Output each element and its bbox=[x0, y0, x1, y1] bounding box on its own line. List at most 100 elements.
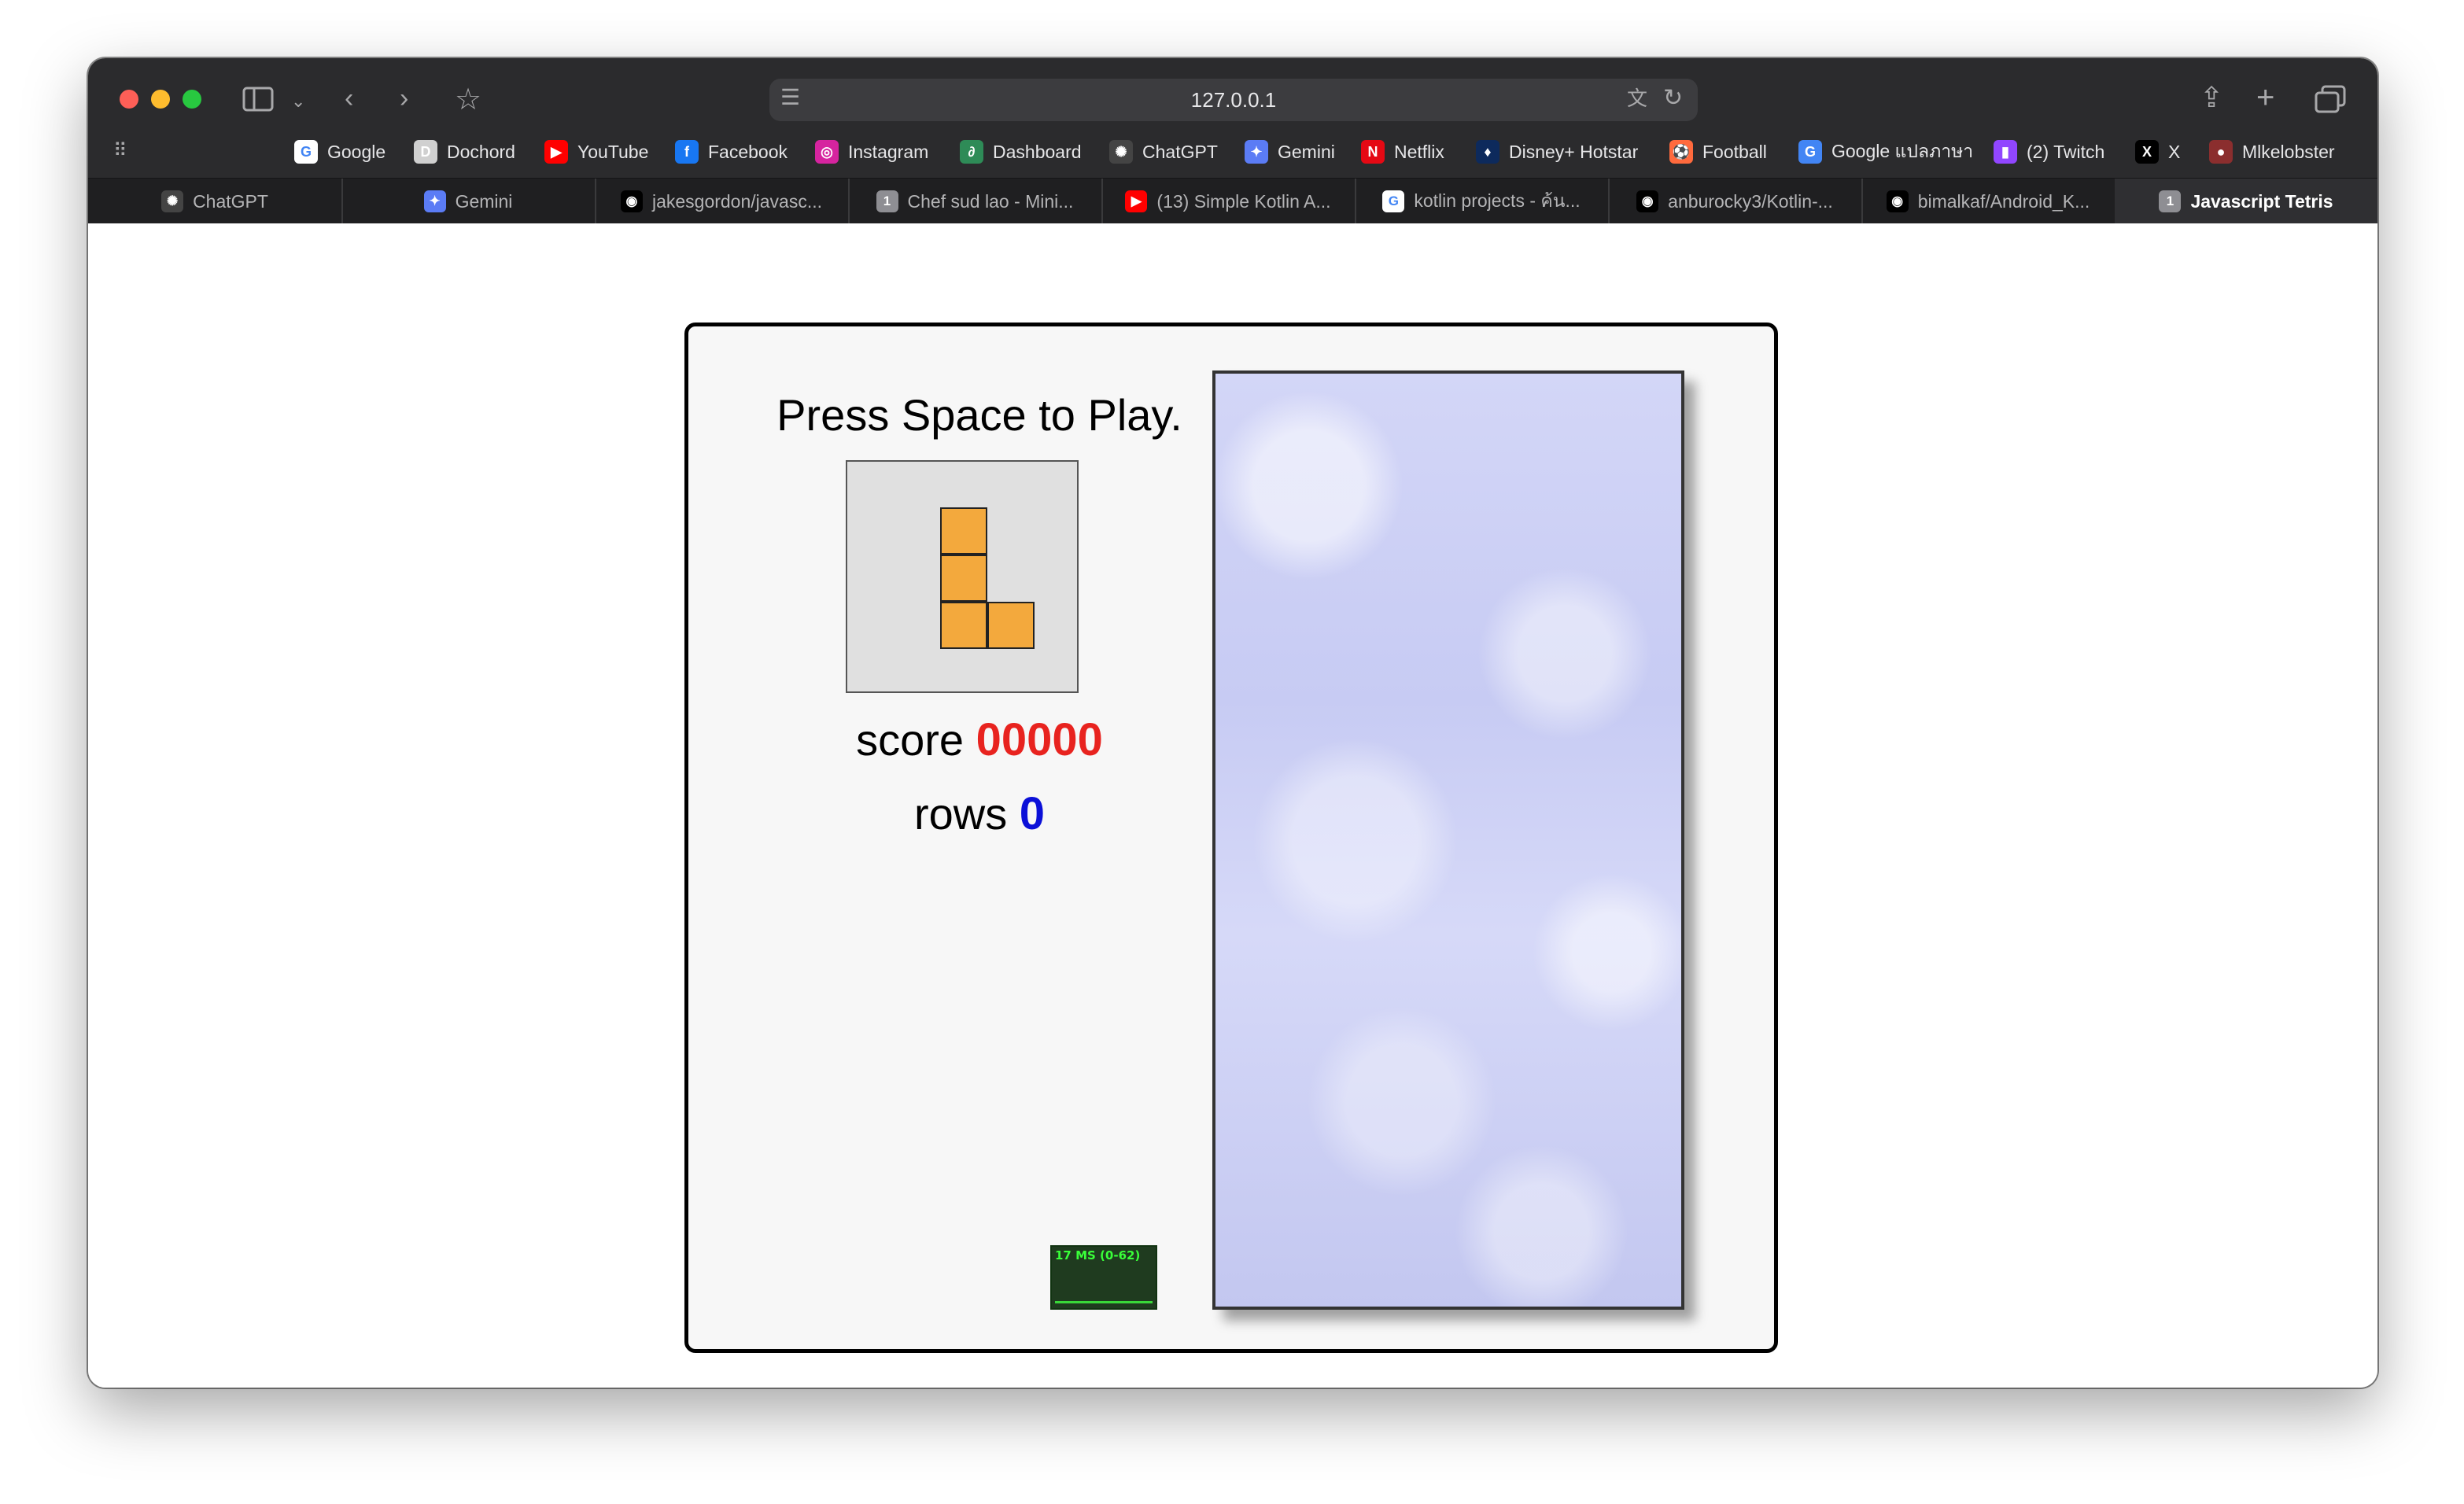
tab-1[interactable]: ✦ Gemini bbox=[341, 179, 596, 224]
score-display: score 00000 bbox=[736, 713, 1223, 766]
tetris-container: Press Space to Play. score 00000 rows 0 … bbox=[684, 323, 1778, 1353]
next-piece-block bbox=[940, 602, 987, 649]
sidebar-toggle-icon[interactable] bbox=[242, 87, 274, 112]
url-text: 127.0.0.1 bbox=[1190, 88, 1277, 112]
next-piece-preview bbox=[846, 460, 1079, 693]
back-icon[interactable]: ‹ bbox=[345, 85, 353, 112]
bookmark-x[interactable]: XX bbox=[2135, 134, 2180, 170]
hotstar-icon: ♦ bbox=[1476, 140, 1499, 164]
tab-label: Chef sud lao - Mini... bbox=[907, 190, 1074, 212]
football-icon: ⚽ bbox=[1669, 140, 1693, 164]
tab-2[interactable]: ◉ jakesgordon/javasc... bbox=[595, 179, 850, 224]
twitch-icon: ▮ bbox=[1994, 140, 2017, 164]
bookmark-label: (2) Twitch bbox=[2027, 141, 2105, 162]
tab-5[interactable]: Gkotlin projects - ค้น... bbox=[1355, 179, 1610, 224]
fps-label: 17 MS (0-62) bbox=[1055, 1248, 1141, 1263]
page-content: Press Space to Play. score 00000 rows 0 … bbox=[88, 223, 2377, 1388]
tab-8[interactable]: 1 Javascript Tetris bbox=[2115, 179, 2377, 224]
next-piece-block bbox=[940, 555, 987, 602]
share-icon[interactable]: ⇪ bbox=[2200, 83, 2223, 112]
netflix-icon: N bbox=[1361, 140, 1385, 164]
bookmark-instagram[interactable]: ◎ Instagram bbox=[815, 134, 928, 170]
chevron-down-icon[interactable]: ⌄ bbox=[291, 93, 305, 110]
bookmark-chatgpt[interactable]: ✺ ChatGPT bbox=[1109, 134, 1218, 170]
bookmark-youtube[interactable]: ▶ YouTube bbox=[544, 134, 648, 170]
bookmark-label: Google bbox=[327, 141, 386, 162]
start-message: Press Space to Play. bbox=[776, 390, 1182, 440]
bookmark-gemini[interactable]: ✦ Gemini bbox=[1245, 134, 1335, 170]
bookmark-label: Dashboard bbox=[993, 141, 1082, 162]
youtube-icon: ▶ bbox=[544, 140, 568, 164]
close-window-button[interactable] bbox=[120, 90, 138, 109]
tab-4[interactable]: ▶ (13) Simple Kotlin A... bbox=[1101, 179, 1356, 224]
bookmark-label: Mlkelobster bbox=[2242, 141, 2335, 162]
apps-grid-icon[interactable]: ⠿ bbox=[113, 142, 127, 160]
bookmark-dochord[interactable]: D Dochord bbox=[414, 134, 515, 170]
dashboard-icon: ∂ bbox=[960, 140, 983, 164]
fps-meter: 17 MS (0-62) bbox=[1050, 1245, 1157, 1310]
bookmark-label: Facebook bbox=[708, 141, 788, 162]
bookmark-label: Google แปลภาษา bbox=[1831, 141, 1974, 161]
tab-6[interactable]: ◉ anburocky3/Kotlin-... bbox=[1608, 179, 1863, 224]
gemini-icon: ✦ bbox=[1245, 140, 1268, 164]
chatgpt-icon: ✺ bbox=[1109, 140, 1133, 164]
new-tab-icon[interactable]: + bbox=[2256, 82, 2274, 113]
chatgpt-icon: ✺ bbox=[161, 190, 184, 212]
bookmark-label: Football bbox=[1702, 141, 1767, 162]
youtube-icon: ▶ bbox=[1125, 190, 1148, 212]
minimize-window-button[interactable] bbox=[151, 90, 170, 109]
tab-label: jakesgordon/javasc... bbox=[651, 190, 823, 212]
rows-label: rows bbox=[913, 789, 1008, 839]
github-icon: ◉ bbox=[1886, 190, 1909, 212]
tab-badge-icon: 1 bbox=[2159, 190, 2182, 212]
tab-bar: ✺ ChatGPT ✦ Gemini ◉ jakesgordon/javasc... 1 Ch… bbox=[88, 178, 2377, 224]
bookmark-mlkelobster[interactable]: ● Mlkelobster bbox=[2209, 134, 2335, 170]
rows-value: 0 bbox=[1019, 788, 1046, 839]
tab-overview-icon[interactable] bbox=[2315, 85, 2346, 113]
tab-label: kotlin projects - ค้น... bbox=[1414, 190, 1581, 211]
tab-label: ChatGPT bbox=[193, 190, 268, 212]
reload-icon[interactable]: ↻ bbox=[1663, 87, 1683, 110]
bookmark-label: YouTube bbox=[577, 141, 649, 162]
tab-badge-icon: 1 bbox=[876, 190, 898, 212]
bookmark-label: Gemini bbox=[1278, 141, 1335, 162]
x-icon: X bbox=[2135, 140, 2159, 164]
bookmark-netflix[interactable]: N Netflix bbox=[1361, 134, 1444, 170]
bookmark-football[interactable]: ⚽ Football bbox=[1669, 134, 1767, 170]
tab-0[interactable]: ✺ ChatGPT bbox=[88, 179, 343, 224]
dochord-icon: D bbox=[414, 140, 437, 164]
tab-label: Javascript Tetris bbox=[2190, 190, 2333, 212]
browser-chrome: ⌄ ‹ › ☆ ☰ 127.0.0.1 文 ↻ ⇪ + ⠿ G Google D Do… bbox=[88, 58, 2377, 224]
score-value: 00000 bbox=[976, 714, 1103, 765]
bookmark-label: Netflix bbox=[1394, 141, 1444, 162]
rows-display: rows 0 bbox=[736, 787, 1223, 840]
next-piece-block bbox=[987, 602, 1035, 649]
translate-icon[interactable]: 文 bbox=[1627, 88, 1647, 109]
bookmark-disney-hotstar[interactable]: ♦ Disney+ Hotstar bbox=[1476, 134, 1638, 170]
browser-window: ⌄ ‹ › ☆ ☰ 127.0.0.1 文 ↻ ⇪ + ⠿ G Google D Do… bbox=[88, 58, 2377, 1388]
bookmark-label: Dochord bbox=[447, 141, 515, 162]
forward-icon[interactable]: › bbox=[400, 85, 408, 112]
bookmark-dashboard[interactable]: ∂ Dashboard bbox=[960, 134, 1082, 170]
tetris-court[interactable] bbox=[1212, 370, 1684, 1310]
bookmark-label: Disney+ Hotstar bbox=[1509, 141, 1639, 162]
google-icon: G bbox=[294, 140, 318, 164]
tab-label: anburocky3/Kotlin-... bbox=[1668, 190, 1833, 212]
score-label: score bbox=[856, 715, 965, 765]
facebook-icon: f bbox=[675, 140, 699, 164]
address-bar[interactable]: ☰ 127.0.0.1 文 ↻ bbox=[769, 79, 1698, 121]
zoom-window-button[interactable] bbox=[183, 90, 201, 109]
bookmark--2-twitch[interactable]: ▮ (2) Twitch bbox=[1994, 134, 2104, 170]
star-icon[interactable]: ☆ bbox=[455, 85, 481, 115]
bookmark-google[interactable]: G Google bbox=[294, 134, 385, 170]
google-translate-icon: G bbox=[1798, 140, 1822, 164]
bookmark-facebook[interactable]: f Facebook bbox=[675, 134, 788, 170]
bookmark-label: ChatGPT bbox=[1142, 141, 1218, 162]
tab-label: Gemini bbox=[455, 190, 513, 212]
github-icon: ◉ bbox=[1636, 190, 1659, 212]
tab-3[interactable]: 1 Chef sud lao - Mini... bbox=[848, 179, 1103, 224]
fps-graph bbox=[1055, 1301, 1153, 1303]
tab-7[interactable]: ◉ bimalkaf/Android_K... bbox=[1861, 179, 2116, 224]
bookmark-google-[interactable]: G Google แปลภาษา bbox=[1798, 134, 1973, 170]
gemini-icon: ✦ bbox=[423, 190, 446, 212]
